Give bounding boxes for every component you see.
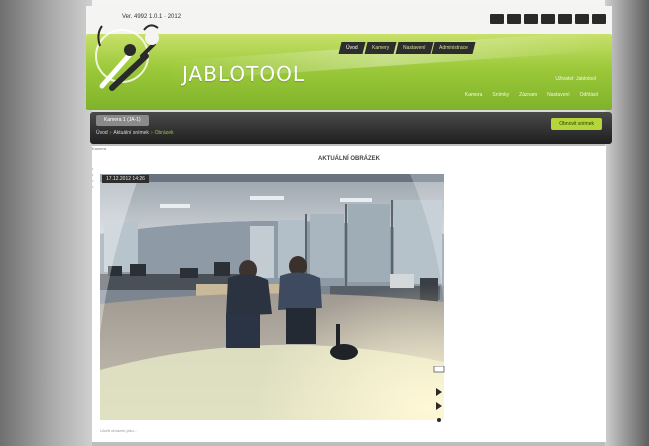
main-nav: Úvod Kamery Nastavení Administrace	[338, 42, 602, 54]
camera-snapshot-image[interactable]	[100, 174, 444, 420]
sub-link-zaznam[interactable]: Záznam	[519, 92, 537, 98]
nav-tab-label: Kamery	[371, 45, 389, 51]
user-info: Uživatel: Jablotool	[555, 76, 596, 82]
breadcrumb-current-image[interactable]: Aktuální snímek	[113, 130, 149, 136]
monitor-icon[interactable]: ▭	[524, 14, 538, 24]
side-markers: • • • •	[92, 166, 94, 189]
nav-tab-kamery[interactable]: Kamery	[364, 42, 397, 54]
sub-link-nastaveni[interactable]: Nastavení	[547, 92, 570, 98]
image-scroll-markers[interactable]	[432, 366, 446, 426]
nav-tab-label: Administrace	[439, 45, 469, 51]
phone-icon[interactable]: ☎	[490, 14, 504, 24]
nav-tab-label: Nastavení	[402, 45, 426, 51]
brand-logo-text[interactable]: JABLOTOOL	[182, 62, 305, 86]
link-icon[interactable]: ⊂	[558, 14, 572, 24]
main-content: Kamera • • • • AKTUÁLNÍ OBRÁZEK 17.12.20…	[92, 146, 606, 442]
content-toolbar: Kamera 1 (JA-1) Obnovit snímek Úvod › Aktu…	[90, 112, 612, 144]
nav-tab-nastaveni[interactable]: Nastavení	[395, 42, 433, 54]
nav-tab-uvod[interactable]: Úvod	[338, 42, 366, 54]
nav-tab-label: Úvod	[346, 45, 358, 51]
refresh-image-button[interactable]: Obnovit snímek	[551, 118, 602, 130]
sub-link-kamera[interactable]: Kamera	[465, 92, 483, 98]
plus-icon[interactable]: +	[541, 14, 555, 24]
user-icon[interactable]: ●	[507, 14, 521, 24]
content-top-label: Kamera	[92, 146, 107, 151]
sub-link-snimky[interactable]: Snímky	[492, 92, 509, 98]
site-header: Ver. 4992 1.0.1 · 2012 ☎ ● ▭ + ⊂ ■ ✉ JAB…	[86, 6, 612, 110]
page-background-left	[0, 0, 92, 446]
breadcrumb-current: Obrázek	[154, 130, 174, 136]
camera-icon[interactable]: ■	[575, 14, 589, 24]
camera-select-button[interactable]: Kamera 1 (JA-1)	[96, 115, 149, 126]
save-image-link[interactable]: Uložit obrázek jako...	[100, 428, 137, 433]
top-icon-bar: ☎ ● ▭ + ⊂ ■ ✉	[490, 14, 606, 24]
sub-nav: Kamera Snímky Záznam Nastavení Odhlásit	[465, 92, 598, 98]
breadcrumb-separator: ›	[109, 130, 112, 136]
breadcrumb-separator: ›	[150, 130, 153, 136]
breadcrumb-home[interactable]: Úvod	[96, 130, 108, 136]
tool-logo-icon	[95, 24, 159, 91]
breadcrumb: Úvod › Aktuální snímek › Obrázek	[96, 130, 174, 136]
mail-icon[interactable]: ✉	[592, 14, 606, 24]
sub-link-odhlasit[interactable]: Odhlásit	[580, 92, 598, 98]
nav-tab-administrace[interactable]: Administrace	[431, 42, 476, 54]
page-title: AKTUÁLNÍ OBRÁZEK	[318, 156, 380, 162]
image-timestamp: 17.12.2012 14:26	[102, 175, 149, 183]
